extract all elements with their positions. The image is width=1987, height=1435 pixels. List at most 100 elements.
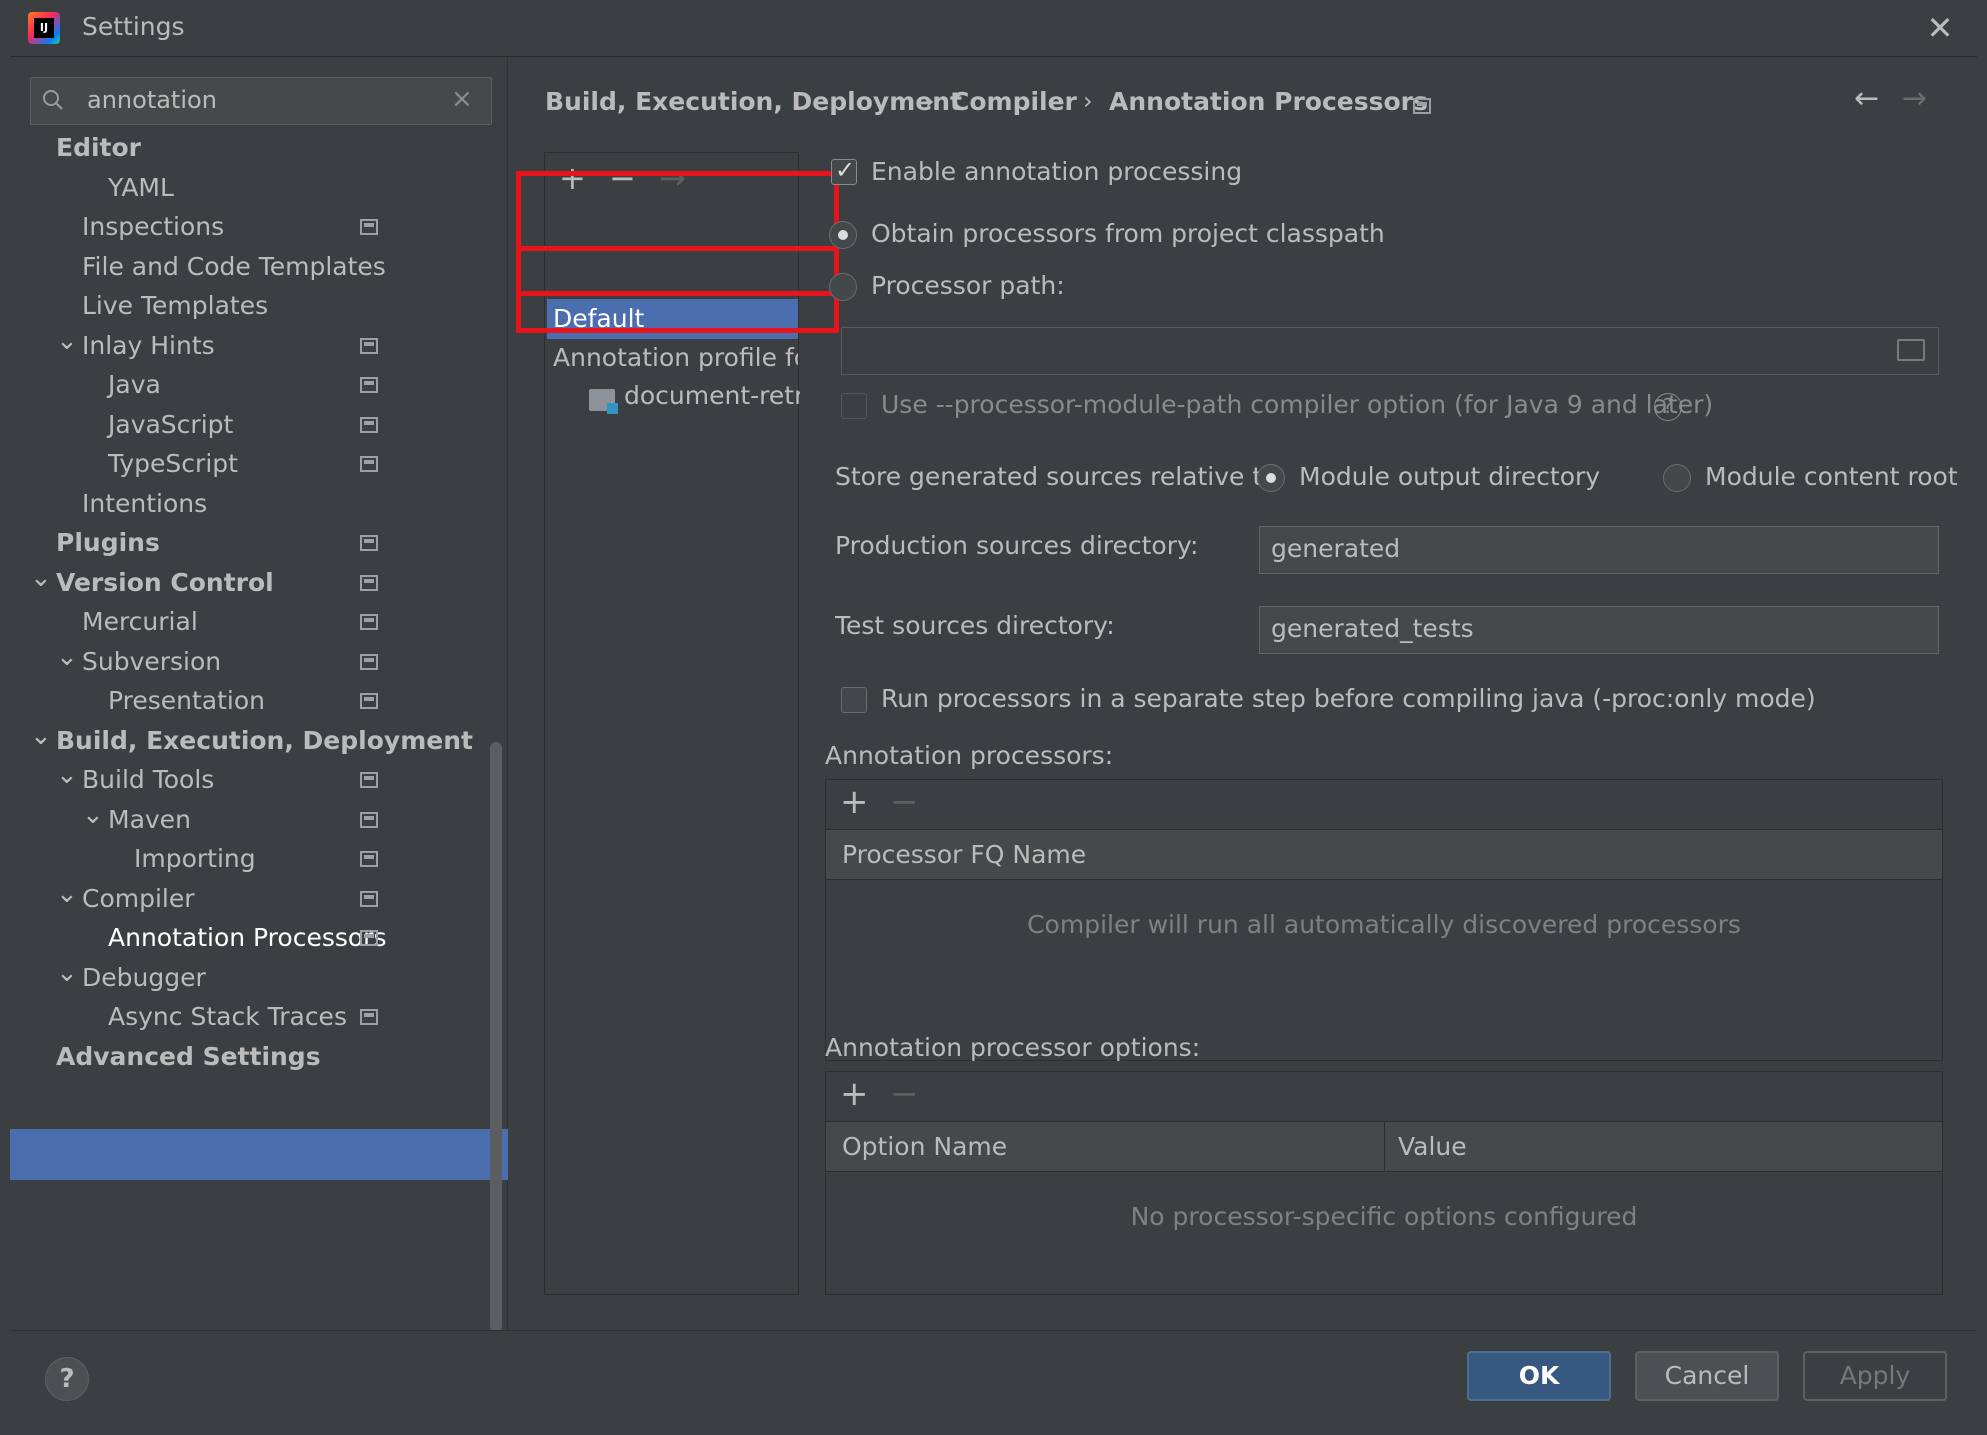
processor-path-field[interactable] (841, 327, 1939, 375)
project-level-icon (360, 930, 378, 946)
forward-arrow-icon[interactable]: → (1902, 81, 1927, 116)
tree-item-label: JavaScript (108, 409, 234, 439)
remove-option-button[interactable]: − (890, 1074, 919, 1114)
back-arrow-icon[interactable]: ← (1854, 81, 1879, 116)
option-name-column[interactable]: Option Name (842, 1132, 1007, 1161)
tree-item-label: Intentions (82, 488, 208, 518)
add-option-button[interactable]: + (840, 1074, 869, 1114)
project-level-icon (1413, 98, 1431, 114)
clear-search-icon[interactable]: × (451, 84, 473, 114)
options-toolbar: + − (826, 1072, 1942, 1122)
module-folder-icon (589, 389, 618, 414)
project-level-icon (360, 772, 378, 788)
browse-folder-icon[interactable] (1897, 339, 1925, 361)
apply-button[interactable]: Apply (1803, 1351, 1947, 1401)
tree-item-label: Async Stack Traces (108, 1002, 347, 1031)
sidebar-scrollbar[interactable] (490, 742, 502, 1332)
project-level-icon (360, 456, 378, 472)
project-level-icon (360, 219, 378, 235)
chevron-down-icon[interactable]: ⌄ (82, 790, 104, 840)
project-level-icon (360, 614, 378, 630)
dialog-title: Settings (82, 12, 185, 41)
intellij-app-icon: IJ (28, 12, 60, 44)
tree-item-label: Advanced Settings (56, 1041, 321, 1071)
tree-item-label: TypeScript (108, 449, 238, 478)
tree-item-label: Mercurial (82, 607, 198, 636)
profile-module-item[interactable]: document-retri (624, 381, 800, 410)
tree-item-label: Presentation (108, 686, 266, 715)
ok-button[interactable]: OK (1467, 1351, 1611, 1401)
annotation-processors-table: + − Processor FQ Name Compiler will run … (825, 779, 1943, 1061)
project-level-icon (360, 890, 378, 907)
annotation-processors-title: Annotation processors: (825, 741, 1114, 770)
module-output-directory-label: Module output directory (1299, 462, 1601, 491)
processor-path-radio[interactable] (829, 273, 857, 301)
tree-item-label: Debugger (82, 962, 206, 992)
options-table-header: Option Name Value (826, 1122, 1942, 1172)
breadcrumb-separator: › (1083, 87, 1093, 115)
processor-fq-name-column[interactable]: Processor FQ Name (842, 840, 1086, 869)
tree-item-label: Subversion (82, 646, 222, 676)
tree-item-label: File and Code Templates (82, 251, 386, 281)
separate-step-checkbox[interactable] (841, 687, 867, 713)
chevron-down-icon[interactable]: ⌄ (56, 750, 78, 800)
processor-options-title: Annotation processor options: (825, 1033, 1201, 1062)
project-level-icon (360, 377, 378, 393)
search-icon (43, 90, 63, 110)
remove-processor-button[interactable]: − (890, 782, 919, 822)
project-level-icon (360, 535, 378, 551)
chevron-down-icon[interactable]: ⌄ (30, 553, 52, 603)
production-dir-label: Production sources directory: (835, 531, 1199, 560)
title-bar: IJ Settings ✕ (10, 0, 1977, 57)
processor-options-table: + − Option Name Value No processor-speci… (825, 1071, 1943, 1295)
production-dir-input[interactable]: generated (1259, 526, 1939, 574)
dialog-button-bar: ? OK Cancel Apply (10, 1330, 1977, 1424)
chevron-down-icon[interactable]: ⌄ (56, 632, 78, 682)
module-content-root-label: Module content root (1705, 462, 1958, 491)
settings-dialog: IJ Settings ✕ annotation × Editor YAML Ins… (0, 0, 1987, 1435)
cancel-button[interactable]: Cancel (1635, 1351, 1779, 1401)
chevron-down-icon[interactable]: ⌄ (56, 948, 78, 998)
highlight-box-profile (516, 246, 839, 333)
tree-selection-highlight (10, 1129, 508, 1180)
settings-sidebar: annotation × Editor YAML Inspections File a… (10, 57, 508, 1332)
project-level-icon (360, 851, 378, 867)
breadcrumb-build[interactable]: Build, Execution, Deployment (545, 87, 962, 116)
close-icon[interactable]: ✕ (1920, 10, 1960, 46)
processor-path-label: Processor path: (871, 271, 1065, 300)
test-dir-input[interactable]: generated_tests (1259, 606, 1939, 654)
breadcrumb-compiler[interactable]: Compiler (951, 87, 1077, 116)
tree-item-label: Build, Execution, Deployment (56, 725, 473, 755)
project-level-icon (360, 574, 378, 591)
column-divider (1384, 1122, 1385, 1171)
value-column[interactable]: Value (1398, 1132, 1467, 1161)
project-level-icon (360, 693, 378, 709)
store-relative-label: Store generated sources relative to: (835, 462, 1286, 491)
help-button[interactable]: ? (45, 1357, 89, 1401)
project-level-icon (360, 416, 378, 433)
tree-item-label: Version Control (56, 567, 274, 597)
processors-empty-text: Compiler will run all automatically disc… (1027, 910, 1741, 939)
tree-item-label: Inlay Hints (82, 330, 215, 360)
processors-table-header: Processor FQ Name (826, 830, 1942, 880)
obtain-from-classpath-label: Obtain processors from project classpath (871, 219, 1385, 248)
module-content-root-radio[interactable] (1663, 464, 1691, 492)
tree-item-label: YAML (108, 172, 174, 202)
chevron-down-icon[interactable]: ⌄ (30, 711, 52, 761)
tree-item-label: Java (108, 370, 161, 399)
chevron-down-icon[interactable]: ⌄ (56, 869, 78, 919)
help-circle-icon[interactable]: ? (1654, 393, 1682, 421)
tree-item-advanced-settings[interactable]: Advanced Settings (56, 1032, 321, 1082)
add-processor-button[interactable]: + (840, 782, 869, 822)
tree-item-label: Inspections (82, 212, 225, 241)
tree-item-label: Editor (56, 133, 141, 162)
processor-module-path-checkbox[interactable] (841, 393, 867, 419)
tree-item-label: Plugins (56, 528, 160, 557)
profile-annotation-profile[interactable]: Annotation profile for (553, 343, 798, 372)
module-output-directory-radio[interactable] (1257, 464, 1285, 492)
obtain-from-classpath-radio[interactable] (829, 221, 857, 249)
chevron-down-icon[interactable]: ⌄ (56, 316, 78, 366)
enable-annotation-processing-checkbox[interactable] (831, 156, 857, 185)
project-level-icon (360, 653, 378, 670)
search-input[interactable]: annotation × (30, 77, 492, 125)
